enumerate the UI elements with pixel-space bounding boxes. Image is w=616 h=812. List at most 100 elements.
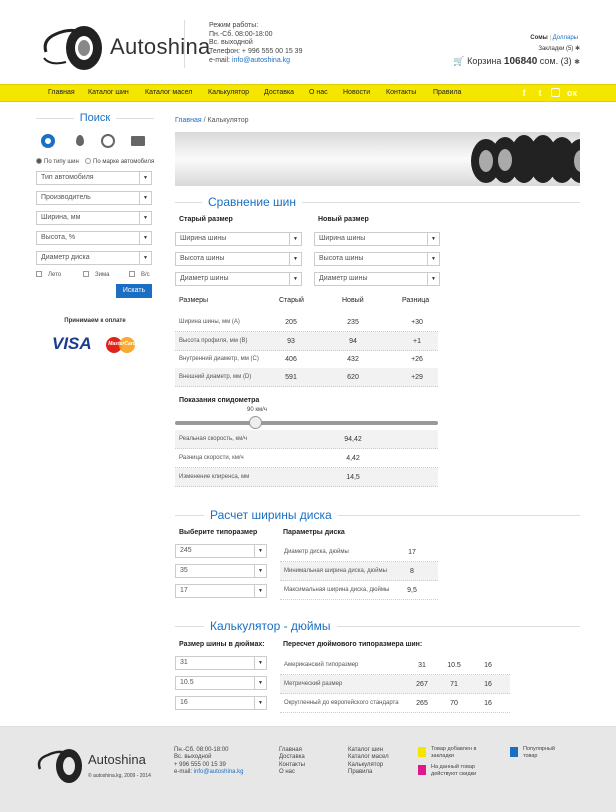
speedometer-slider-handle[interactable] <box>249 416 262 429</box>
nav-item-delivery[interactable]: Доставка <box>264 89 294 96</box>
cell-value: 8 <box>410 568 414 575</box>
logo-tire-icon[interactable] <box>40 22 104 72</box>
chevron-down-icon: ▼ <box>289 253 301 265</box>
col-sizes: Размеры <box>179 297 209 304</box>
currency-usd[interactable]: Доллары <box>553 35 578 41</box>
new-width-select[interactable]: Ширина шины ▼ <box>314 232 440 246</box>
email-line: e-mail: info@autoshina.kg <box>209 57 302 66</box>
search-button[interactable]: Искать <box>116 284 152 298</box>
footer-contact: Пн.-Сб. 08:00-18:00 Вс. выходной + 996 5… <box>174 747 243 777</box>
logo-text[interactable]: Autoshina <box>110 34 211 60</box>
chevron-down-icon: ▼ <box>289 233 301 245</box>
rim-diameter-select[interactable]: 17 ▼ <box>175 584 267 598</box>
footer-link-rules[interactable]: Правила <box>348 769 389 776</box>
footer-logo-tire-icon <box>37 749 82 783</box>
oil-drop-icon[interactable] <box>73 134 87 148</box>
chevron-down-icon: ▼ <box>427 273 439 285</box>
twitter-icon[interactable]: t <box>535 88 545 98</box>
inch-width-select[interactable]: 10.5 ▼ <box>175 676 267 690</box>
speedometer-slider[interactable] <box>175 421 438 425</box>
tire-icon[interactable] <box>41 134 55 148</box>
star-icon: ✱ <box>574 46 580 52</box>
email-label: e-mail: <box>209 56 231 64</box>
chevron-down-icon: ▼ <box>254 545 266 557</box>
inch-diameter-select[interactable]: 31 ▼ <box>175 656 267 670</box>
old-diameter-select[interactable]: Диаметр шины ▼ <box>175 272 302 286</box>
table-row: Метрический размер 267 71 16 <box>280 675 510 694</box>
cell-value: 31 <box>418 662 426 669</box>
wheel-disk-icon[interactable] <box>101 134 115 148</box>
select-rim-diameter[interactable]: Диаметр диска ▼ <box>36 251 152 265</box>
odnoklassniki-icon[interactable]: ок <box>567 88 577 98</box>
nav-item-calculator[interactable]: Калькулятор <box>208 89 249 96</box>
nav-item-news[interactable]: Новости <box>343 89 370 96</box>
table-row: Внутренний диаметр, мм (C) 406 432 +26 <box>175 350 438 369</box>
speedometer-title: Показания спидометра <box>179 397 260 404</box>
currency-sep: | <box>549 35 551 41</box>
chevron-down-icon: ▼ <box>254 697 266 709</box>
inch-rim-select[interactable]: 16 ▼ <box>175 696 267 710</box>
legend-popular: Популярный товар <box>523 746 555 759</box>
cell-old: 205 <box>285 319 297 326</box>
select-width[interactable]: Ширина, мм ▼ <box>36 211 152 225</box>
currency-som[interactable]: Сомы <box>530 35 547 41</box>
new-height-select[interactable]: Высота шины ▼ <box>314 252 440 266</box>
old-height-select[interactable]: Высота шины ▼ <box>175 252 302 266</box>
radio-by-tire-type[interactable]: По типу шин <box>36 158 79 165</box>
nav-item-contacts[interactable]: Контакты <box>386 89 416 96</box>
footer-link-home[interactable]: Главная <box>279 747 305 754</box>
footer-email-link[interactable]: info@autoshina.kg <box>194 769 244 775</box>
cart-icon: 🛒 <box>453 56 465 66</box>
nav-item-oils[interactable]: Каталог масел <box>145 89 192 96</box>
radio-by-car-brand[interactable]: По марке автомобиля <box>85 158 154 165</box>
footer-link-oils[interactable]: Каталог масел <box>348 754 389 761</box>
mastercard-text: MasterCard <box>108 341 136 347</box>
footer-link-calculator[interactable]: Калькулятор <box>348 762 389 769</box>
inch-select-label: Размер шины в дюймах: <box>179 641 265 648</box>
discount-legend-icon <box>418 765 426 775</box>
cell-label: Американский типоразмер <box>284 662 359 668</box>
select-value: Высота шины <box>180 255 225 262</box>
select-value: Ширина, мм <box>41 214 81 221</box>
select-value: Диаметр шины <box>319 275 368 282</box>
email-link[interactable]: info@autoshina.kg <box>232 57 290 64</box>
checkbox-winter[interactable]: Зима <box>83 271 109 278</box>
table-row: Американский типоразмер 31 10.5 16 <box>280 656 510 675</box>
select-height[interactable]: Высота, % ▼ <box>36 231 152 245</box>
old-width-select[interactable]: Ширина шины ▼ <box>175 232 302 246</box>
table-row: Диаметр диска, дюймы 17 <box>280 543 438 562</box>
cell-value: 14,5 <box>346 474 360 481</box>
cell-value: 94,42 <box>344 436 362 443</box>
nav-item-about[interactable]: О нас <box>309 89 328 96</box>
checkbox-summer[interactable]: Лето <box>36 271 61 278</box>
select-value: Тип автомобиля <box>41 174 94 181</box>
rim-width-select[interactable]: 245 ▼ <box>175 544 267 558</box>
footer-link-about[interactable]: О нас <box>279 769 305 776</box>
battery-icon[interactable] <box>131 136 145 146</box>
facebook-icon[interactable]: f <box>519 88 529 98</box>
select-manufacturer[interactable]: Производитель ▼ <box>36 191 152 205</box>
chevron-down-icon: ▼ <box>427 233 439 245</box>
new-diameter-select[interactable]: Диаметр шины ▼ <box>314 272 440 286</box>
chevron-down-icon: ▼ <box>289 273 301 285</box>
footer-link-delivery[interactable]: Доставка <box>279 754 305 761</box>
footer-phone: + 996 555 00 15 39 <box>174 761 226 768</box>
breadcrumb-home[interactable]: Главная <box>175 117 202 124</box>
rim-params-label: Параметры диска <box>283 529 345 536</box>
select-car-type[interactable]: Тип автомобиля ▼ <box>36 171 152 185</box>
nav-item-home[interactable]: Главная <box>48 89 75 96</box>
nav-item-tires[interactable]: Каталог шин <box>88 89 129 96</box>
cart-link[interactable]: 🛒 Корзина 106840 сом. (3) ✱ <box>453 56 580 67</box>
radio-label: По марке автомобиля <box>93 159 155 165</box>
cell-value: 10.5 <box>447 662 461 669</box>
bookmarks-link[interactable]: Закладки (5) ✱ <box>538 45 580 52</box>
footer-link-contacts[interactable]: Контакты <box>279 762 305 769</box>
select-value: Ширина шины <box>180 235 227 242</box>
checkbox-all-season[interactable]: В/с <box>129 271 150 278</box>
rim-profile-select[interactable]: 35 ▼ <box>175 564 267 578</box>
instagram-icon[interactable] <box>551 88 560 97</box>
chevron-down-icon: ▼ <box>427 253 439 265</box>
chevron-down-icon: ▼ <box>254 677 266 689</box>
footer-link-tires[interactable]: Каталог шин <box>348 747 389 754</box>
nav-item-rules[interactable]: Правила <box>433 89 461 96</box>
